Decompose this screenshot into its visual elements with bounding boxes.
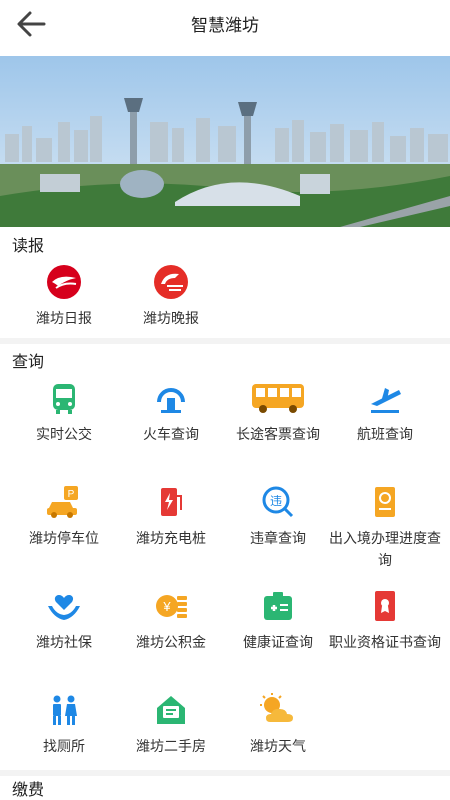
item-find-restroom[interactable]: 找厕所 <box>8 692 120 758</box>
item-violation-query[interactable]: 违 违章查询 <box>222 484 334 550</box>
parking-car-icon: P <box>47 486 78 518</box>
coach-bus-icon <box>252 384 304 413</box>
item-exit-entry[interactable]: 出入境办理进度查询 <box>329 484 441 572</box>
section-divider <box>0 338 450 344</box>
item-coach-ticket[interactable]: 长途客票查询 <box>222 380 334 446</box>
city-banner-image[interactable] <box>0 56 450 227</box>
section-title-query: 查询 <box>12 352 45 371</box>
item-second-hand-house[interactable]: 潍坊二手房 <box>115 692 227 758</box>
page-title: 智慧潍坊 <box>191 16 259 36</box>
svg-text:P: P <box>68 489 75 500</box>
item-weifang-evening[interactable]: 潍坊晚报 <box>115 264 227 330</box>
bus-icon <box>53 384 75 414</box>
weifang-evening-logo-icon <box>154 265 188 299</box>
certificate-icon <box>375 591 395 621</box>
section-title-read: 读报 <box>12 236 45 255</box>
item-vocational-certificate[interactable]: 职业资格证书查询 <box>329 588 441 654</box>
violation-search-icon: 违 <box>262 486 294 518</box>
housing-fund-coins-icon: ¥ <box>156 595 187 618</box>
section-divider <box>0 770 450 776</box>
second-hand-house-icon <box>157 696 185 724</box>
charging-pile-icon <box>161 488 182 516</box>
item-charging-pile[interactable]: 潍坊充电桩 <box>115 484 227 550</box>
item-realtime-bus[interactable]: 实时公交 <box>8 380 120 446</box>
item-social-security[interactable]: 潍坊社保 <box>8 588 120 654</box>
section-title-pay: 缴费 <box>12 780 45 799</box>
svg-text:¥: ¥ <box>162 599 171 614</box>
restroom-icon <box>53 695 77 725</box>
train-icon <box>157 388 185 413</box>
svg-text:违: 违 <box>270 494 282 508</box>
airplane-icon <box>371 388 401 413</box>
top-bar: 智慧潍坊 <box>0 0 450 48</box>
weifang-daily-logo-icon <box>47 265 81 299</box>
item-health-certificate[interactable]: 健康证查询 <box>222 588 334 654</box>
item-weather[interactable]: 潍坊天气 <box>222 692 334 758</box>
item-train-query[interactable]: 火车查询 <box>115 380 227 446</box>
item-weifang-daily[interactable]: 潍坊日报 <box>8 264 120 330</box>
weather-sun-cloud-icon <box>260 693 293 722</box>
item-flight-query[interactable]: 航班查询 <box>329 380 441 446</box>
social-security-hands-icon <box>48 595 80 620</box>
passport-icon <box>375 487 395 517</box>
health-certificate-icon <box>264 592 292 620</box>
item-housing-fund[interactable]: ¥ 潍坊公积金 <box>115 588 227 654</box>
item-parking[interactable]: P 潍坊停车位 <box>8 484 120 550</box>
